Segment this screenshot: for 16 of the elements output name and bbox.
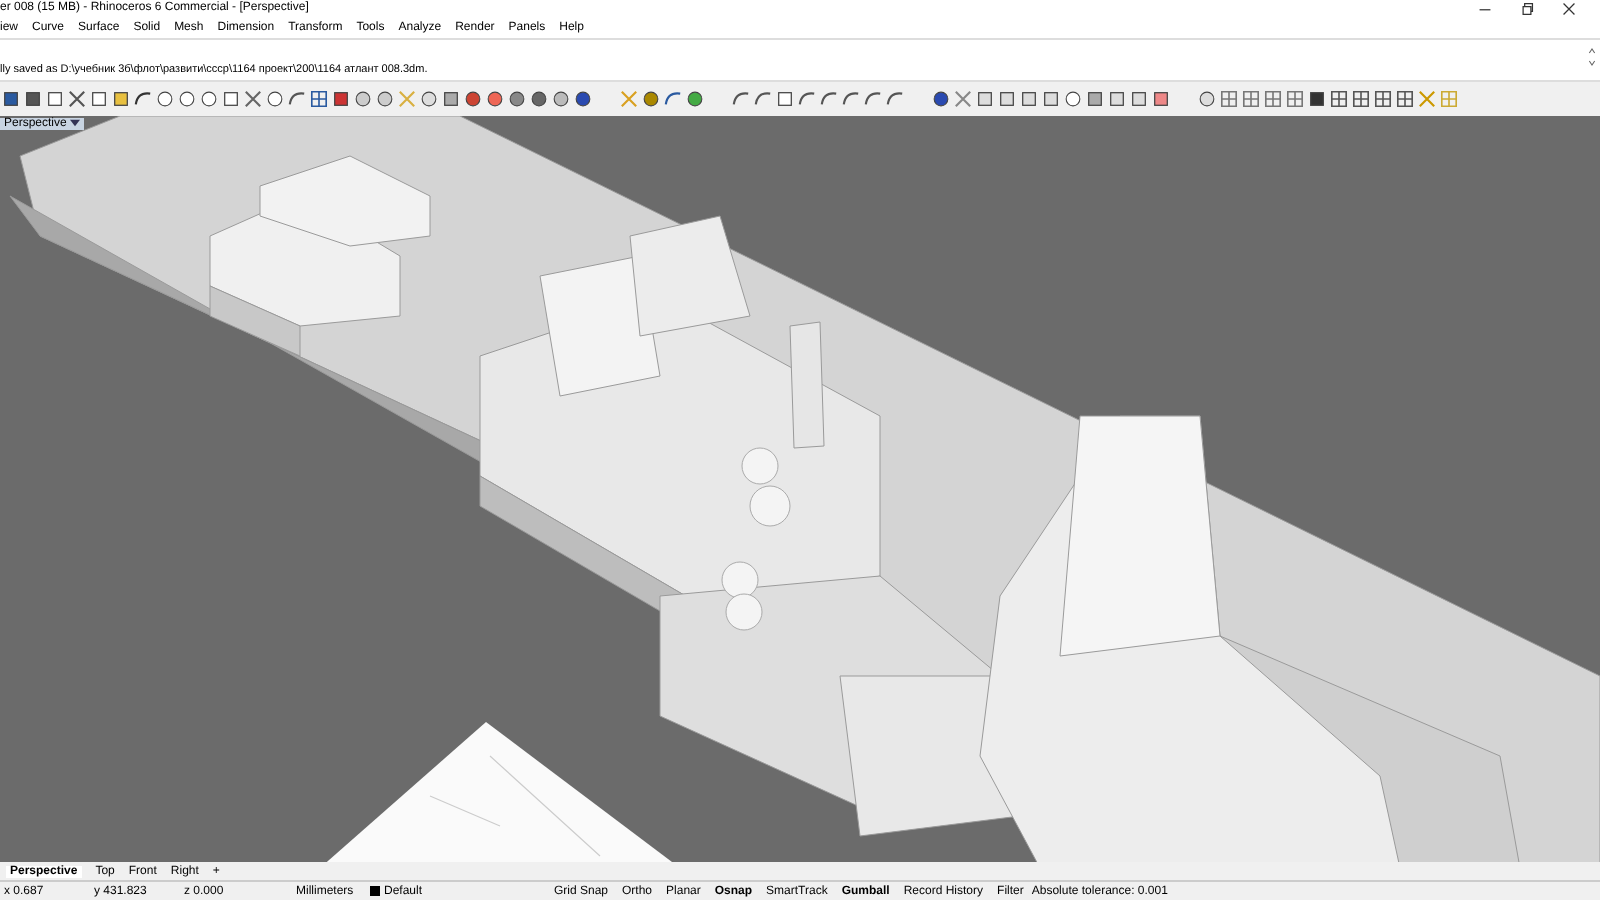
grid-icon[interactable] (1286, 89, 1304, 108)
grid-icon[interactable] (1352, 89, 1370, 108)
restore-icon[interactable] (1520, 1, 1534, 16)
scroll-arrows-icon[interactable] (1588, 43, 1596, 70)
curve-icon[interactable] (664, 89, 682, 108)
square-icon[interactable] (1308, 89, 1326, 108)
circle-icon[interactable] (1064, 89, 1082, 108)
grid-icon[interactable] (1330, 89, 1348, 108)
grid-icon[interactable] (310, 89, 328, 108)
grid-icon[interactable] (1264, 89, 1282, 108)
grid-icon[interactable] (1220, 89, 1238, 108)
rectangle-icon[interactable] (776, 89, 794, 108)
grid-icon[interactable] (1242, 89, 1260, 108)
close-icon[interactable] (1562, 1, 1576, 16)
grid-icon[interactable] (1374, 89, 1392, 108)
grid-icon[interactable] (1396, 89, 1414, 108)
